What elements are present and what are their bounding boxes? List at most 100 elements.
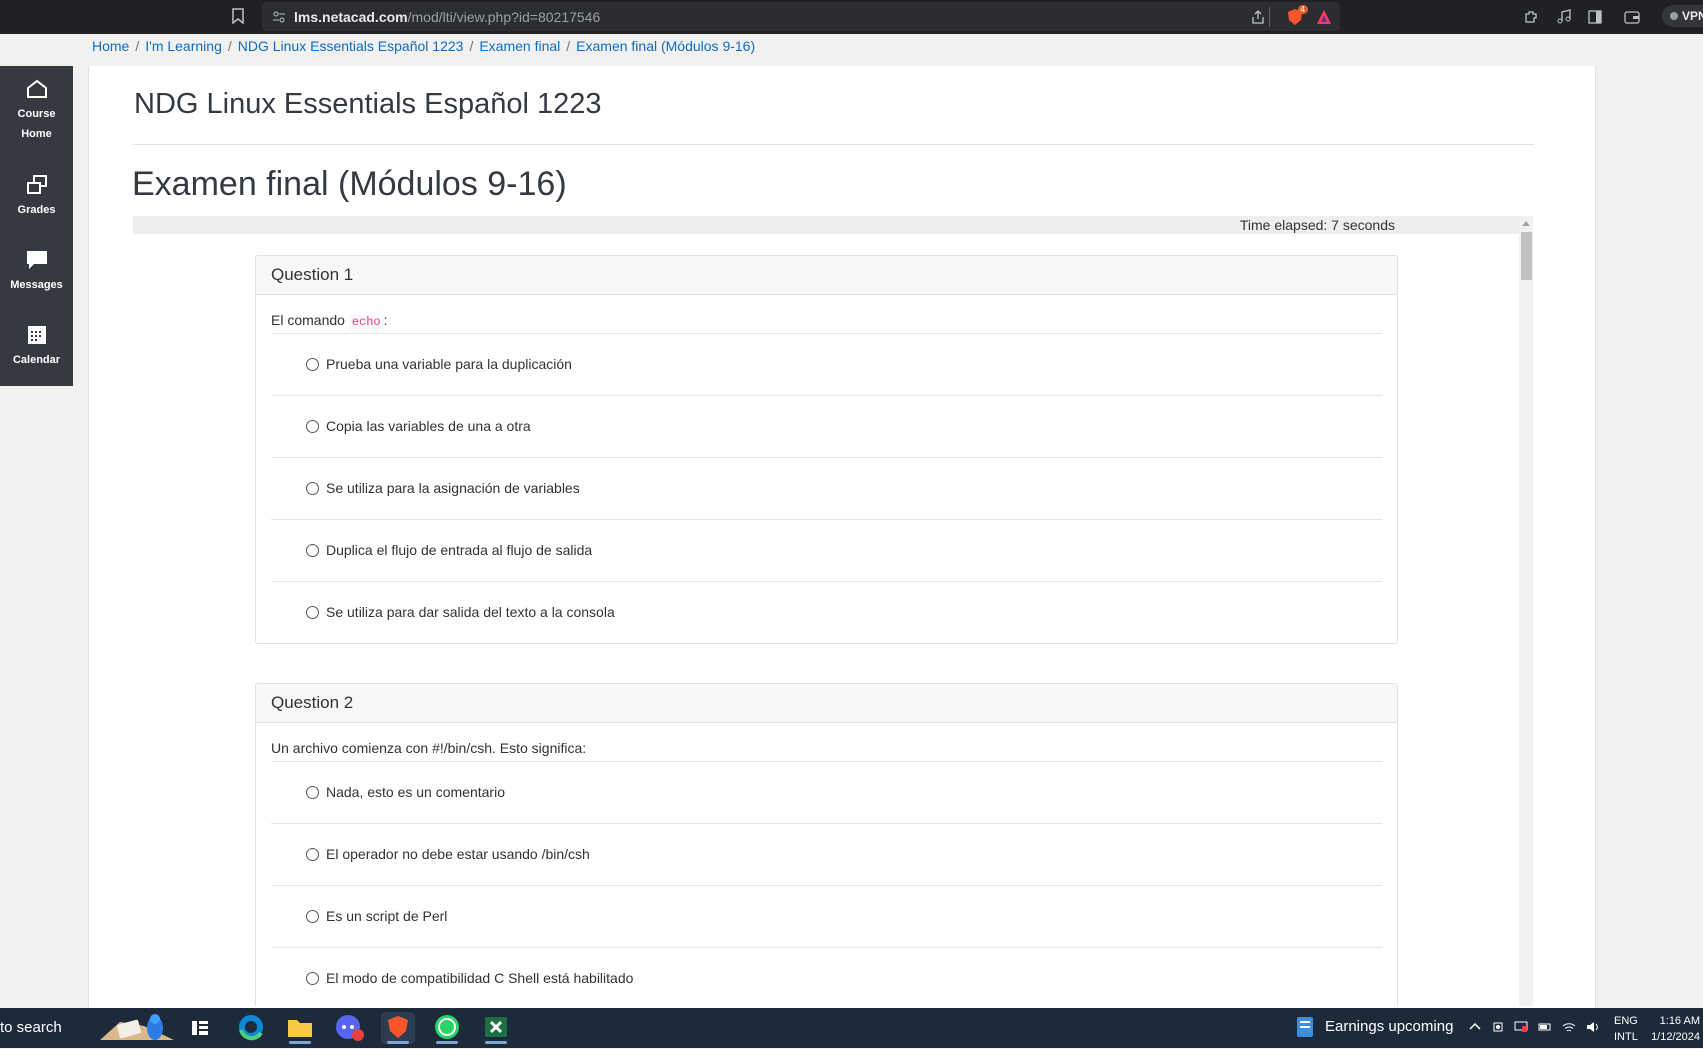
answer-options: Nada, esto es un comentario El operador … bbox=[256, 762, 1397, 1006]
search-highlight-icon[interactable] bbox=[98, 1012, 176, 1044]
answer-option[interactable]: Copia las variables de una a otra bbox=[271, 396, 1382, 458]
answer-radio[interactable] bbox=[306, 482, 319, 495]
sidebar-label: Course bbox=[17, 108, 56, 120]
breadcrumb-current-exam[interactable]: Examen final (Módulos 9-16) bbox=[576, 38, 755, 54]
language-code: ENG bbox=[1614, 1015, 1638, 1027]
course-title: NDG Linux Essentials Español 1223 bbox=[134, 88, 602, 120]
system-clock[interactable]: 1:16 AM 1/12/2024 bbox=[1650, 1013, 1700, 1045]
taskbar-file-explorer[interactable] bbox=[283, 1012, 317, 1044]
messages-icon bbox=[26, 251, 47, 269]
scrollbar-thumb[interactable] bbox=[1521, 232, 1532, 280]
share-icon[interactable] bbox=[1250, 9, 1266, 25]
answer-option[interactable]: El operador no debe estar usando /bin/cs… bbox=[271, 824, 1382, 886]
sidebar-item-grades[interactable]: Grades bbox=[0, 174, 73, 220]
question-header: Question 1 bbox=[256, 256, 1397, 295]
answer-option[interactable]: Nada, esto es un comentario bbox=[271, 762, 1382, 824]
whatsapp-icon bbox=[435, 1015, 459, 1039]
breadcrumb-im-learning[interactable]: I'm Learning bbox=[145, 38, 222, 54]
clock-time: 1:16 AM bbox=[1659, 1015, 1700, 1027]
task-view-icon[interactable] bbox=[191, 1020, 209, 1036]
address-bar[interactable]: lms.netacad.com/mod/lti/view.php?id=8021… bbox=[262, 2, 1340, 31]
scroll-up-arrow-icon[interactable] bbox=[1522, 221, 1530, 226]
answer-label[interactable]: Duplica el flujo de entrada al flujo de … bbox=[326, 542, 592, 558]
answer-option[interactable]: Es un script de Perl bbox=[271, 886, 1382, 948]
taskbar: to search Earnings upcoming ENG INTL 1:16… bbox=[0, 1008, 1703, 1048]
answer-label[interactable]: Nada, esto es un comentario bbox=[326, 784, 505, 800]
answer-radio[interactable] bbox=[306, 358, 319, 371]
url-path: /mod/lti/view.php?id=80217546 bbox=[407, 9, 601, 25]
question-header: Question 2 bbox=[256, 684, 1397, 723]
breadcrumb-course[interactable]: NDG Linux Essentials Español 1223 bbox=[238, 38, 464, 54]
clock-date: 1/12/2024 bbox=[1651, 1031, 1700, 1043]
brave-rewards-icon[interactable] bbox=[1316, 9, 1332, 25]
meet-icon[interactable] bbox=[1492, 1020, 1506, 1034]
wifi-icon[interactable] bbox=[1562, 1020, 1576, 1034]
volume-icon[interactable] bbox=[1586, 1020, 1600, 1034]
folder-icon bbox=[288, 1020, 312, 1037]
answer-radio[interactable] bbox=[306, 420, 319, 433]
answer-radio[interactable] bbox=[306, 848, 319, 861]
language-indicator[interactable]: ENG INTL bbox=[1614, 1013, 1638, 1045]
answer-label[interactable]: Es un script de Perl bbox=[326, 908, 447, 924]
quiz-scrollbar[interactable] bbox=[1519, 216, 1533, 1006]
site-info-icon[interactable] bbox=[272, 10, 286, 24]
answer-option[interactable]: Se utiliza para dar salida del texto a l… bbox=[271, 582, 1382, 643]
taskbar-excel[interactable] bbox=[479, 1012, 513, 1044]
sidebar-item-course-home[interactable]: Course Home bbox=[0, 78, 73, 144]
bookmark-icon[interactable] bbox=[232, 8, 244, 24]
question-code: echo bbox=[348, 314, 384, 330]
sidebar-label: Grades bbox=[17, 204, 56, 216]
breadcrumb-separator: / bbox=[227, 38, 232, 54]
answer-label[interactable]: El operador no debe estar usando /bin/cs… bbox=[326, 846, 590, 862]
breadcrumb-final-exam[interactable]: Examen final bbox=[479, 38, 560, 54]
sidebar-item-calendar[interactable]: Calendar bbox=[0, 324, 73, 370]
news-widget-icon[interactable] bbox=[1296, 1016, 1314, 1038]
answer-label[interactable]: Se utiliza para dar salida del texto a l… bbox=[326, 604, 615, 620]
extensions-icon[interactable] bbox=[1523, 9, 1539, 25]
answer-option[interactable]: Se utiliza para la asignación de variabl… bbox=[271, 458, 1382, 520]
running-indicator bbox=[485, 1041, 507, 1044]
brave-icon bbox=[388, 1016, 408, 1038]
answer-label[interactable]: El modo de compatibilidad C Shell está h… bbox=[326, 970, 633, 986]
answer-radio[interactable] bbox=[306, 972, 319, 985]
question-card: Question 2 Un archivo comienza con #!/bi… bbox=[255, 683, 1398, 1006]
running-indicator bbox=[289, 1041, 311, 1044]
answer-option[interactable]: El modo de compatibilidad C Shell está h… bbox=[271, 948, 1382, 1006]
wallet-icon[interactable] bbox=[1624, 9, 1640, 25]
taskbar-edge[interactable] bbox=[234, 1012, 268, 1044]
question-card: Question 1 El comando echo: Prueba una v… bbox=[255, 255, 1398, 644]
sidebar-label: Home bbox=[21, 128, 52, 140]
media-icon[interactable] bbox=[1556, 9, 1572, 25]
calendar-icon bbox=[27, 326, 46, 344]
display-icon[interactable] bbox=[1514, 1020, 1528, 1034]
question-text-before: El comando bbox=[271, 312, 345, 328]
answer-radio[interactable] bbox=[306, 786, 319, 799]
taskbar-whatsapp[interactable] bbox=[430, 1012, 464, 1044]
taskbar-discord[interactable] bbox=[332, 1012, 366, 1044]
answer-label[interactable]: Prueba una variable para la duplicación bbox=[326, 356, 572, 372]
answer-option[interactable]: Prueba una variable para la duplicación bbox=[271, 334, 1382, 396]
timer-bar: Time elapsed: 7 seconds bbox=[133, 216, 1533, 234]
answer-radio[interactable] bbox=[306, 606, 319, 619]
answer-label[interactable]: Se utiliza para la asignación de variabl… bbox=[326, 480, 580, 496]
answer-radio[interactable] bbox=[306, 544, 319, 557]
chevron-up-icon[interactable] bbox=[1468, 1020, 1482, 1034]
sidebar-toggle-icon[interactable] bbox=[1587, 9, 1603, 25]
shields-count-badge: 4 bbox=[1297, 5, 1308, 14]
news-widget-text[interactable]: Earnings upcoming bbox=[1325, 1018, 1453, 1035]
answer-option[interactable]: Duplica el flujo de entrada al flujo de … bbox=[271, 520, 1382, 582]
breadcrumb-home[interactable]: Home bbox=[92, 38, 129, 54]
running-indicator bbox=[387, 1041, 409, 1044]
home-icon bbox=[26, 79, 47, 98]
vpn-button[interactable]: VPN bbox=[1662, 5, 1703, 27]
answer-label[interactable]: Copia las variables de una a otra bbox=[326, 418, 531, 434]
battery-icon[interactable] bbox=[1538, 1020, 1552, 1034]
taskbar-search[interactable]: to search bbox=[0, 1019, 62, 1036]
sidebar-item-messages[interactable]: Messages bbox=[0, 249, 73, 295]
taskbar-brave[interactable] bbox=[381, 1012, 415, 1044]
url-host: lms.netacad.com bbox=[294, 9, 408, 25]
discord-icon bbox=[336, 1015, 364, 1041]
answer-radio[interactable] bbox=[306, 910, 319, 923]
sidebar-label: Calendar bbox=[12, 354, 61, 366]
course-sidebar: Course Home Grades Messages Calendar bbox=[0, 66, 73, 386]
